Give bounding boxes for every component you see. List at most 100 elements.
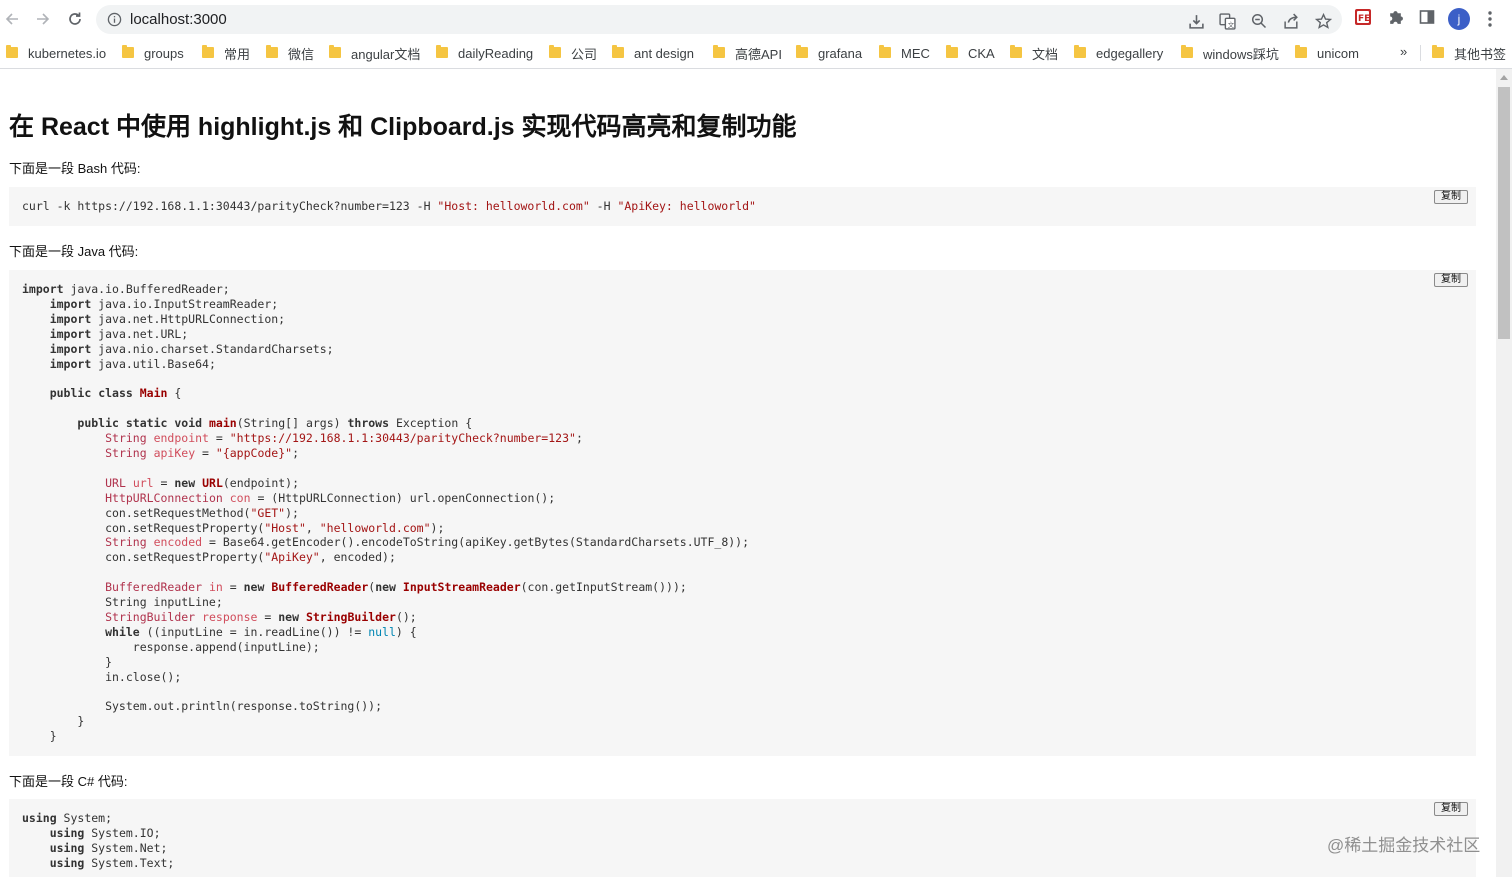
code-line: }	[22, 654, 113, 669]
bookmark-folder[interactable]: edgegallery	[1074, 38, 1163, 68]
folder-icon	[1295, 44, 1307, 58]
bookmark-folder[interactable]: 高德API	[713, 38, 782, 68]
bookmarks-bar: kubernetes.io groups 常用 微信 angular文档 dai…	[0, 38, 1512, 69]
code-line: con.setRequestProperty("Host", "hellowor…	[22, 520, 445, 535]
bash-code[interactable]: curl -k https://192.168.1.1:30443/parity…	[9, 187, 1476, 226]
page-title: 在 React 中使用 highlight.js 和 Clipboard.js …	[9, 113, 797, 141]
code-line: in.close();	[22, 669, 182, 684]
star-icon	[1314, 12, 1332, 29]
reload-button[interactable]	[63, 7, 87, 31]
csharp-code-block: using System; using System.IO; using Sys…	[9, 799, 1476, 877]
translate-button[interactable]: 文	[1218, 12, 1236, 30]
svg-text:文: 文	[1227, 19, 1234, 28]
folder-icon	[6, 44, 18, 58]
browser-menu-button[interactable]	[1482, 8, 1498, 30]
address-bar[interactable]: localhost:3000 文	[96, 5, 1342, 34]
code-line: String inputLine;	[22, 595, 223, 610]
side-panel-button[interactable]	[1417, 7, 1437, 27]
code-line: String apiKey = "{appCode}";	[105, 445, 300, 460]
folder-icon	[796, 44, 808, 58]
bookmark-folder[interactable]: CKA	[946, 38, 995, 68]
code-line: String encoded = Base64.getEncoder().enc…	[105, 535, 750, 550]
code-line: public static void main(String[] args) t…	[77, 416, 473, 431]
code-line: StringBuilder response = new StringBuild…	[105, 609, 417, 624]
bookmark-folder[interactable]: MEC	[879, 38, 930, 68]
code-line: HttpURLConnection con = (HttpURLConnecti…	[105, 490, 556, 505]
fe-helper-icon: FE	[1355, 9, 1371, 25]
other-bookmarks-folder[interactable]: 其他书签	[1432, 38, 1506, 68]
java-intro-text: 下面是一段 Java 代码:	[9, 244, 139, 259]
bookmark-folder[interactable]: groups	[122, 38, 184, 68]
csharp-code[interactable]: using System; using System.IO; using Sys…	[9, 799, 1476, 877]
zoom-icon	[1251, 13, 1267, 29]
bookmark-folder[interactable]: 公司	[549, 38, 597, 68]
code-line: using System.Text;	[49, 855, 175, 870]
profile-avatar[interactable]: j	[1448, 8, 1470, 30]
page-viewport: 在 React 中使用 highlight.js 和 Clipboard.js …	[0, 69, 1496, 877]
puzzle-icon	[1389, 10, 1403, 24]
install-app-button[interactable]	[1187, 12, 1205, 30]
code-line: import java.net.URL;	[49, 326, 189, 341]
code-line: System.out.println(response.toString());	[22, 699, 383, 714]
browser-toolbar: localhost:3000 文 FE j	[0, 0, 1512, 38]
code-line: con.setRequestProperty("ApiKey", encoded…	[22, 550, 396, 565]
code-line: import java.io.InputStreamReader;	[49, 296, 279, 311]
folder-icon	[612, 44, 624, 58]
bookmark-folder[interactable]: angular文档	[329, 38, 420, 68]
bookmark-folder[interactable]: 文档	[1010, 38, 1058, 68]
bookmark-folder[interactable]: unicom	[1295, 38, 1359, 68]
url-text[interactable]: localhost:3000	[130, 5, 227, 34]
bookmark-folder[interactable]: dailyReading	[436, 38, 533, 68]
folder-icon	[1074, 44, 1086, 58]
page-scrollbar[interactable]	[1496, 69, 1512, 877]
code-line: }	[22, 729, 57, 744]
bookmark-folder[interactable]: kubernetes.io	[6, 38, 106, 68]
code-line: String endpoint = "https://192.168.1.1:3…	[105, 431, 583, 446]
scrollbar-thumb[interactable]	[1498, 87, 1510, 339]
bookmark-folder[interactable]: ant design	[612, 38, 694, 68]
folder-icon	[1010, 44, 1022, 58]
arrow-right-icon	[37, 13, 50, 25]
svg-text:FE: FE	[1358, 14, 1370, 24]
copy-button[interactable]: 复制	[1434, 802, 1468, 816]
extension-fe-helper[interactable]: FE	[1353, 7, 1373, 27]
translate-icon: 文	[1218, 12, 1236, 30]
java-code[interactable]: import java.io.BufferedReader; import ja…	[9, 270, 1476, 756]
share-button[interactable]	[1282, 12, 1300, 30]
copy-button[interactable]: 复制	[1434, 190, 1468, 204]
folder-icon	[266, 44, 278, 58]
bookmark-star-button[interactable]	[1314, 12, 1332, 30]
code-line: using System.IO;	[49, 825, 161, 840]
code-line: con.setRequestMethod("GET");	[22, 505, 299, 520]
scroll-up-arrow-icon[interactable]	[1500, 75, 1508, 80]
code-line: import java.net.HttpURLConnection;	[49, 311, 286, 326]
code-line: import java.util.Base64;	[49, 356, 216, 371]
bookmark-folder[interactable]: grafana	[796, 38, 862, 68]
code-line: public class Main {	[49, 386, 182, 401]
code-line: while ((inputLine = in.readLine()) != nu…	[105, 624, 417, 639]
code-line: }	[22, 714, 85, 729]
kebab-menu-icon	[1488, 11, 1492, 27]
watermark: @稀土掘金技术社区	[1327, 836, 1481, 855]
folder-icon	[713, 44, 725, 58]
zoom-button[interactable]	[1250, 12, 1268, 30]
forward-button[interactable]	[31, 7, 55, 31]
back-button[interactable]	[0, 7, 24, 31]
bookmarks-overflow-button[interactable]: »	[1400, 38, 1407, 68]
info-icon[interactable]	[107, 12, 122, 27]
folder-icon	[549, 44, 561, 58]
folder-icon	[122, 44, 134, 58]
folder-icon	[946, 44, 958, 58]
code-line: curl -k https://192.168.1.1:30443/parity…	[22, 199, 756, 213]
copy-button[interactable]: 复制	[1434, 273, 1468, 287]
bookmark-folder[interactable]: 微信	[266, 38, 314, 68]
bookmarks-separator	[1420, 45, 1421, 61]
download-icon	[1188, 14, 1204, 29]
extensions-button[interactable]	[1385, 7, 1405, 27]
bookmark-folder[interactable]: 常用	[202, 38, 250, 68]
code-line: URL url = new URL(endpoint);	[105, 475, 300, 490]
arrow-left-icon	[5, 13, 18, 25]
code-line: import java.io.BufferedReader;	[22, 282, 230, 296]
code-line: using System;	[22, 811, 113, 825]
bookmark-folder[interactable]: windows踩坑	[1181, 38, 1279, 68]
